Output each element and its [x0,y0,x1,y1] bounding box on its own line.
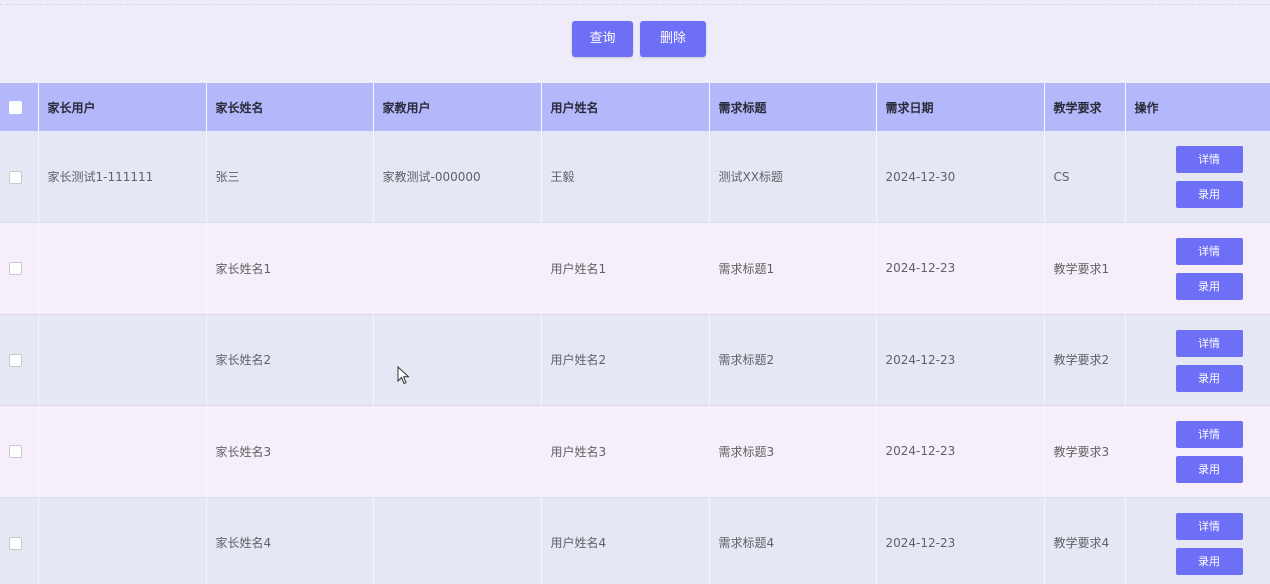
detail-button[interactable]: 详情 [1175,512,1243,540]
cell-parent-name: 家长姓名1 [206,222,374,315]
data-table: 家长用户 家长姓名 家教用户 用户姓名 需求标题 需求日期 教学要求 操作 家长… [0,83,1270,584]
column-header-requirement: 教学要求 [1044,83,1126,131]
cell-parent-user [38,497,207,584]
page: 查询 删除 家长用户 家长姓名 家教用户 用户姓名 需求标题 需求日期 教学要求… [0,0,1270,584]
toolbar: 查询 删除 [0,0,1270,82]
cell-actions: 详情 录用 [1125,222,1270,315]
row-checkbox[interactable] [9,445,22,459]
cell-tutor-user: 家教测试-000000 [373,131,542,223]
detail-button[interactable]: 详情 [1175,238,1243,265]
delete-button[interactable]: 删除 [640,21,706,57]
cell-title: 需求标题3 [709,405,877,498]
cell-date: 2024-12-23 [876,405,1045,498]
cell-user-name: 用户姓名3 [541,405,710,498]
cell-title: 测试XX标题 [709,131,877,223]
column-header-parent-user: 家长用户 [38,83,207,131]
detail-button[interactable]: 详情 [1175,146,1243,173]
column-header-user-name: 用户姓名 [541,83,710,131]
table-row: 家长姓名2 用户姓名2 需求标题2 2024-12-23 教学要求2 详情 录用 [0,314,1270,406]
cell-user-name: 用户姓名2 [541,314,710,406]
mouse-pointer-icon [397,366,410,385]
cell-parent-name: 家长姓名4 [206,497,374,584]
row-checkbox[interactable] [9,536,22,550]
column-header-tutor-user: 家教用户 [373,83,542,131]
column-header-parent-name: 家长姓名 [206,83,374,131]
cell-actions: 详情 录用 [1125,497,1270,584]
row-checkbox[interactable] [9,262,22,276]
row-select-cell [0,222,39,315]
cell-parent-name: 张三 [206,131,374,223]
cell-actions: 详情 录用 [1125,131,1270,223]
cell-requirement: 教学要求3 [1044,405,1126,498]
select-all-cell [0,83,39,131]
cell-parent-name: 家长姓名3 [206,405,374,498]
hire-button[interactable]: 录用 [1175,547,1243,575]
cell-requirement: 教学要求2 [1044,314,1126,406]
cell-parent-user: 家长测试1-111111 [38,131,207,223]
cell-tutor-user [373,497,542,584]
row-checkbox[interactable] [9,170,22,184]
row-select-cell [0,314,39,406]
cell-parent-user [38,405,207,498]
cell-date: 2024-12-23 [876,497,1045,584]
cell-user-name: 王毅 [541,131,710,223]
column-header-title: 需求标题 [709,83,877,131]
table-row: 家长姓名3 用户姓名3 需求标题3 2024-12-23 教学要求3 详情 录用 [0,405,1270,498]
row-select-cell [0,131,39,223]
cell-requirement: 教学要求1 [1044,222,1126,315]
cell-title: 需求标题4 [709,497,877,584]
detail-button[interactable]: 详情 [1175,421,1243,448]
row-select-cell [0,497,39,584]
hire-button[interactable]: 录用 [1175,273,1243,300]
table-row: 家长姓名1 用户姓名1 需求标题1 2024-12-23 教学要求1 详情 录用 [0,222,1270,315]
cell-tutor-user [373,314,542,406]
hire-button[interactable]: 录用 [1175,181,1243,208]
column-header-date: 需求日期 [876,83,1045,131]
detail-button[interactable]: 详情 [1175,329,1243,357]
cell-user-name: 用户姓名4 [541,497,710,584]
cell-title: 需求标题2 [709,314,877,406]
table-header-row: 家长用户 家长姓名 家教用户 用户姓名 需求标题 需求日期 教学要求 操作 [0,83,1270,131]
cell-tutor-user [373,405,542,498]
hire-button[interactable]: 录用 [1175,364,1243,392]
cell-requirement: 教学要求4 [1044,497,1126,584]
table-row: 家长测试1-111111 张三 家教测试-000000 王毅 测试XX标题 20… [0,131,1270,223]
cell-requirement: CS [1044,131,1126,223]
cell-date: 2024-12-30 [876,131,1045,223]
row-checkbox[interactable] [9,353,22,367]
cell-parent-user [38,222,207,315]
cell-date: 2024-12-23 [876,314,1045,406]
row-select-cell [0,405,39,498]
cell-title: 需求标题1 [709,222,877,315]
cell-actions: 详情 录用 [1125,405,1270,498]
hire-button[interactable]: 录用 [1175,456,1243,483]
cell-parent-name: 家长姓名2 [206,314,374,406]
table-row: 家长姓名4 用户姓名4 需求标题4 2024-12-23 教学要求4 详情 录用 [0,497,1270,584]
cell-user-name: 用户姓名1 [541,222,710,315]
cell-date: 2024-12-23 [876,222,1045,315]
cell-parent-user [38,314,207,406]
column-header-actions: 操作 [1125,83,1270,131]
select-all-checkbox[interactable] [9,101,22,114]
cell-actions: 详情 录用 [1125,314,1270,406]
cell-tutor-user [373,222,542,315]
query-button[interactable]: 查询 [572,21,633,57]
